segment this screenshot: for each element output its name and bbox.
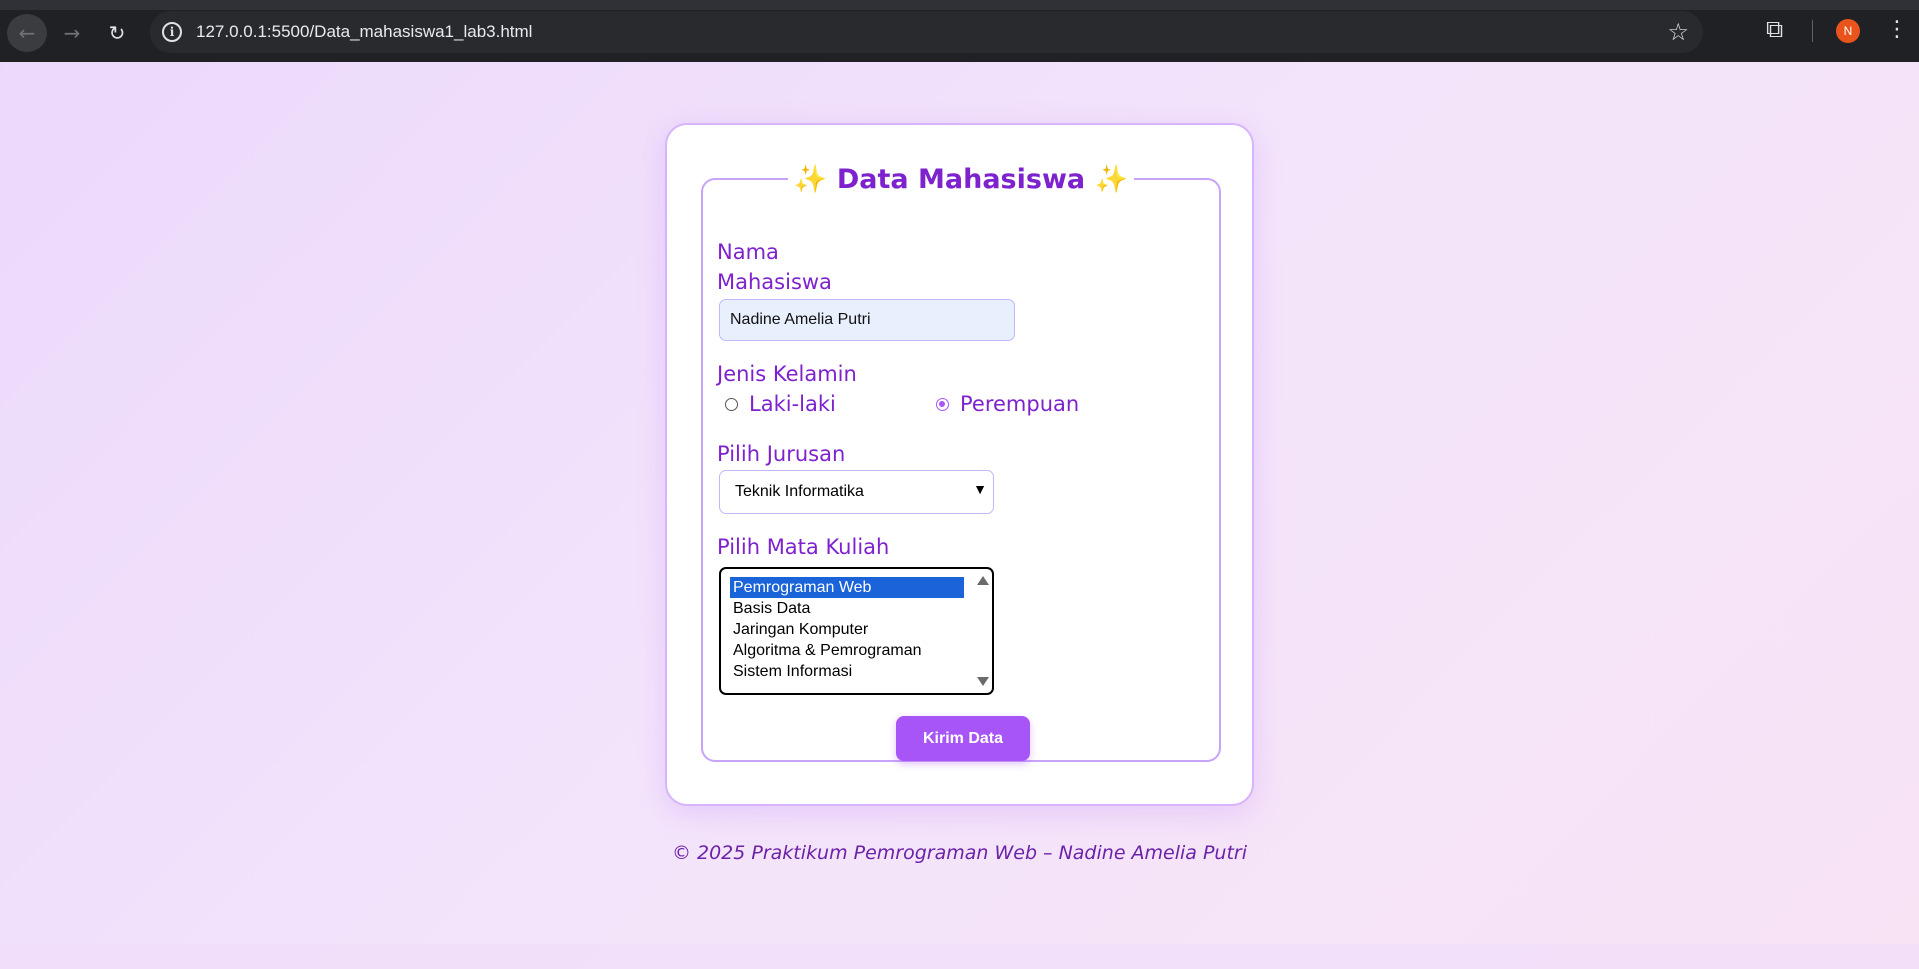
kebab-menu-icon[interactable]: ⋮: [1886, 16, 1908, 44]
name-input[interactable]: [719, 299, 1015, 341]
back-button[interactable]: ←: [7, 14, 47, 52]
reload-icon: ↻: [108, 21, 126, 45]
footer-text: © 2025 Praktikum Pemrograman Web – Nadin…: [671, 842, 1248, 864]
form-title: ✨ Data Mahasiswa ✨: [793, 164, 1129, 195]
tab-strip: [0, 0, 1919, 10]
arrow-left-icon: ←: [18, 21, 36, 45]
reload-button[interactable]: ↻: [97, 14, 137, 52]
radio-laki-laki[interactable]: [725, 398, 738, 411]
list-item[interactable]: Algoritma & Pemrograman: [730, 640, 964, 661]
list-item[interactable]: Sistem Informasi: [730, 661, 964, 682]
list-item[interactable]: Basis Data: [730, 598, 964, 619]
submit-button[interactable]: Kirim Data: [896, 716, 1030, 761]
arrow-right-icon: →: [63, 21, 81, 45]
gender-label: Jenis Kelamin: [717, 362, 857, 386]
form-card: ✨ Data Mahasiswa ✨ Nama Mahasiswa Jenis …: [665, 123, 1254, 806]
radio-laki-laki-label[interactable]: Laki-laki: [749, 389, 836, 419]
toolbar-divider: [1812, 20, 1813, 42]
address-bar[interactable]: i 127.0.0.1:5500/Data_mahasiswa1_lab3.ht…: [150, 11, 1703, 53]
name-label-line2: Mahasiswa: [717, 270, 832, 294]
page-bottom-strip: [0, 944, 1919, 969]
list-item[interactable]: Pemrograman Web: [730, 577, 964, 598]
site-info-icon[interactable]: i: [162, 22, 182, 42]
url-text[interactable]: 127.0.0.1:5500/Data_mahasiswa1_lab3.html: [196, 11, 532, 53]
name-label-line1: Nama: [717, 240, 779, 264]
bookmark-star-icon[interactable]: ☆: [1667, 18, 1689, 46]
matkul-listbox[interactable]: Pemrograman Web Basis Data Jaringan Komp…: [719, 567, 994, 695]
browser-toolbar: ← → ↻ i 127.0.0.1:5500/Data_mahasiswa1_l…: [0, 0, 1919, 62]
extensions-icon[interactable]: ⧉: [1766, 15, 1783, 43]
list-item[interactable]: Jaringan Komputer: [730, 619, 964, 640]
scroll-down-icon[interactable]: [977, 677, 989, 686]
radio-perempuan[interactable]: [936, 398, 949, 411]
jurusan-select[interactable]: Teknik Informatika ▼: [719, 470, 994, 514]
matkul-label: Pilih Mata Kuliah: [717, 535, 890, 559]
profile-avatar[interactable]: N: [1836, 19, 1860, 43]
radio-perempuan-label[interactable]: Perempuan: [960, 389, 1079, 419]
scroll-up-icon[interactable]: [977, 576, 989, 585]
student-fieldset: ✨ Data Mahasiswa ✨ Nama Mahasiswa Jenis …: [701, 163, 1221, 762]
jurusan-label: Pilih Jurusan: [717, 442, 846, 466]
jurusan-selected-value: Teknik Informatika: [735, 483, 864, 500]
forward-button[interactable]: →: [52, 14, 92, 52]
chevron-down-icon: ▼: [973, 481, 987, 497]
